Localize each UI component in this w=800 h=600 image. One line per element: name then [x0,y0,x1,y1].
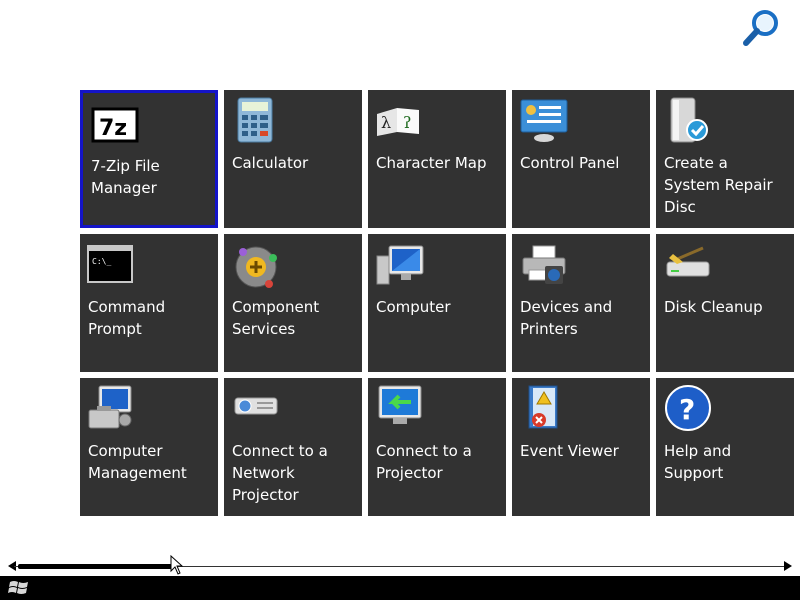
svg-text:C:\_: C:\_ [92,257,111,266]
tile-label: Connect to a Projector [376,442,472,482]
windows-logo-icon[interactable] [8,579,30,597]
tile-help-support[interactable]: ? Help and Support [656,378,794,516]
scroll-right-arrow-icon[interactable] [784,561,792,571]
tile-label: 7-Zip File Manager [91,157,160,197]
tile-label: Connect to a Network Projector [232,442,328,504]
tile-label: Computer Management [88,442,187,482]
tile-repair-disc[interactable]: Create a System Repair Disc [656,90,794,228]
projector-display-icon [375,384,425,434]
search-button[interactable] [740,6,784,50]
tile-label: Command Prompt [88,298,166,338]
repair-disc-icon [663,96,713,146]
horizontal-scrollbar[interactable] [0,558,800,576]
calculator-icon [231,96,281,146]
scrollbar-thumb[interactable] [18,564,172,569]
computer-management-icon [87,384,137,434]
printer-icon [519,240,569,290]
tile-label: Devices and Printers [520,298,613,338]
taskbar [0,576,800,600]
tile-computer-management[interactable]: Computer Management [80,378,218,516]
tile-label: Calculator [232,154,309,172]
tile-label: Control Panel [520,154,620,172]
tile-event-viewer[interactable]: Event Viewer [512,378,650,516]
tile-network-projector[interactable]: Connect to a Network Projector [224,378,362,516]
svg-text:ʔ: ʔ [403,113,412,132]
7zip-icon: 7z [91,107,141,157]
tile-7zip[interactable]: 7z 7-Zip File Manager [80,90,218,228]
disk-cleanup-icon [663,240,713,290]
character-map-icon: λʔ [375,96,425,146]
control-panel-icon [519,96,569,146]
tile-label: Disk Cleanup [664,298,763,316]
command-prompt-icon: C:\_ [87,240,137,290]
network-projector-icon [231,384,281,434]
tile-disk-cleanup[interactable]: Disk Cleanup [656,234,794,372]
tile-character-map[interactable]: λʔ Character Map [368,90,506,228]
svg-text:7z: 7z [99,116,127,141]
svg-text:?: ? [679,393,695,426]
svg-text:λ: λ [381,113,391,132]
magnifier-icon [743,10,778,46]
tile-devices-printers[interactable]: Devices and Printers [512,234,650,372]
computer-icon [375,240,425,290]
tile-command-prompt[interactable]: C:\_ Command Prompt [80,234,218,372]
start-screen: 7z 7-Zip File Manager Calculator λʔ Char… [0,0,800,600]
tile-connect-projector[interactable]: Connect to a Projector [368,378,506,516]
tile-label: Character Map [376,154,487,172]
component-services-icon [231,240,281,290]
tile-label: Create a System Repair Disc [664,154,773,216]
tile-computer[interactable]: Computer [368,234,506,372]
tile-control-panel[interactable]: Control Panel [512,90,650,228]
help-icon: ? [663,384,713,434]
event-viewer-icon [519,384,569,434]
app-tile-grid: 7z 7-Zip File Manager Calculator λʔ Char… [80,90,800,516]
mouse-cursor-icon [170,555,184,575]
tile-calculator[interactable]: Calculator [224,90,362,228]
tile-label: Event Viewer [520,442,619,460]
tile-label: Component Services [232,298,320,338]
tile-label: Help and Support [664,442,732,482]
tile-component-services[interactable]: Component Services [224,234,362,372]
tile-label: Computer [376,298,451,316]
